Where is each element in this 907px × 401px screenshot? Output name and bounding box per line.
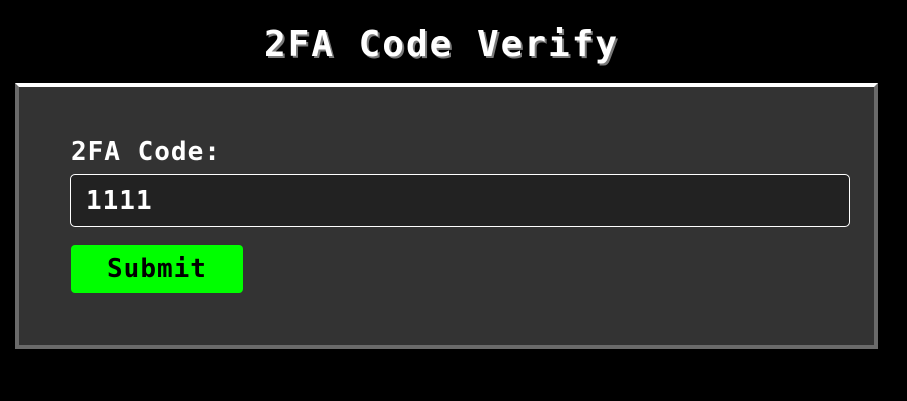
verify-form-panel: 2FA Code: Submit [15,83,878,349]
submit-button[interactable]: Submit [71,245,243,293]
code-input[interactable] [70,174,850,227]
page-title: 2FA Code Verify [263,24,620,65]
code-label: 2FA Code: [71,137,221,167]
page: 2FA Code Verify 2FA Code: Submit [0,0,907,401]
